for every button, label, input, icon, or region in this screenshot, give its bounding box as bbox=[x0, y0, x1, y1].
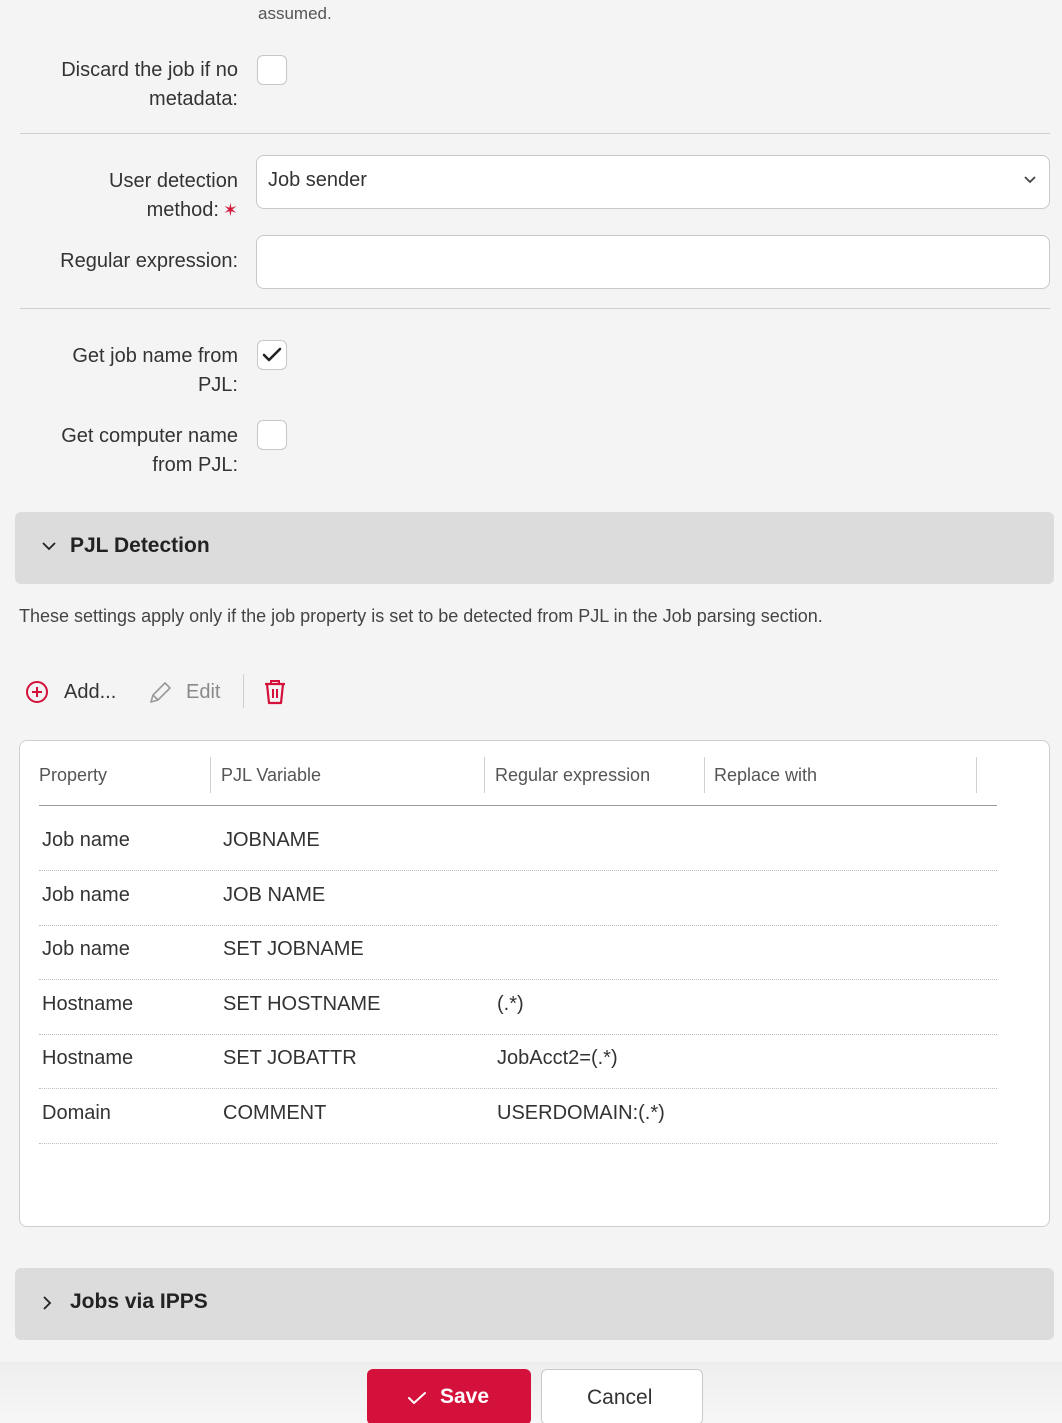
user-detection-label: User detection method: ✶ bbox=[109, 167, 238, 225]
column-separator bbox=[484, 757, 485, 793]
cell-property: Domain bbox=[42, 1102, 111, 1124]
cell-property: Job name bbox=[42, 938, 130, 960]
cell-regular-expression: JobAcct2=(.*) bbox=[497, 1047, 618, 1069]
regex-label: Regular expression: bbox=[60, 250, 238, 272]
user-detection-label-line2: method: bbox=[146, 199, 219, 221]
cell-property: Job name bbox=[42, 884, 130, 906]
column-separator bbox=[976, 757, 977, 793]
pjl-info-text: These settings apply only if the job pro… bbox=[19, 606, 823, 626]
cell-pjl-variable: JOBNAME bbox=[223, 829, 320, 851]
cell-pjl-variable: SET JOBATTR bbox=[223, 1047, 357, 1069]
discard-job-label: Discard the job if no metadata: bbox=[61, 56, 238, 114]
pjl-detection-title: PJL Detection bbox=[70, 534, 210, 557]
settings-page: assumed. Discard the job if no metadata:… bbox=[0, 0, 1062, 1423]
computer-name-pjl-checkbox[interactable] bbox=[257, 420, 287, 450]
job-name-pjl-label-line2: PJL: bbox=[197, 374, 238, 396]
save-button[interactable]: Save bbox=[367, 1369, 531, 1423]
user-detection-value: Job sender bbox=[268, 169, 367, 191]
cell-pjl-variable: COMMENT bbox=[223, 1102, 327, 1124]
edit-button[interactable]: Edit bbox=[147, 674, 235, 710]
table-row[interactable]: Job name JOBNAME bbox=[20, 817, 1051, 871]
jobs-via-ipps-title: Jobs via IPPS bbox=[70, 1290, 208, 1313]
table-row[interactable]: Job name SET JOBNAME bbox=[20, 926, 1051, 980]
column-separator bbox=[210, 757, 211, 793]
job-name-pjl-label-line1: Get job name from bbox=[72, 345, 238, 367]
divider bbox=[20, 308, 1050, 309]
cell-regular-expression: (.*) bbox=[497, 993, 524, 1015]
delete-button[interactable] bbox=[262, 674, 288, 710]
edit-button-label: Edit bbox=[186, 681, 221, 703]
add-button[interactable]: Add... bbox=[25, 674, 130, 710]
cell-property: Hostname bbox=[42, 993, 134, 1015]
checkmark-icon bbox=[262, 347, 282, 362]
user-detection-select[interactable]: Job sender bbox=[256, 155, 1050, 209]
table-header-line bbox=[39, 805, 997, 806]
cell-property: Hostname bbox=[42, 1047, 134, 1069]
chevron-down-icon bbox=[42, 542, 56, 551]
job-name-pjl-label: Get job name from PJL: bbox=[72, 342, 238, 400]
pjl-detection-header[interactable]: PJL Detection bbox=[15, 512, 1054, 584]
table-row[interactable]: Hostname SET HOSTNAME (.*) bbox=[20, 981, 1051, 1035]
toolbar-separator bbox=[243, 674, 244, 708]
job-name-pjl-checkbox[interactable] bbox=[257, 340, 287, 370]
column-header-replace-with[interactable]: Replace with bbox=[714, 765, 817, 786]
table-row[interactable]: Hostname SET JOBATTR JobAcct2=(.*) bbox=[20, 1035, 1051, 1089]
jobs-via-ipps-header[interactable]: Jobs via IPPS bbox=[15, 1268, 1054, 1340]
truncated-help-text: assumed. bbox=[258, 4, 332, 23]
column-header-property[interactable]: Property bbox=[39, 765, 107, 786]
add-button-label: Add... bbox=[64, 681, 117, 703]
cell-property: Job name bbox=[42, 829, 130, 851]
trash-icon bbox=[265, 680, 285, 705]
discard-job-label-line2: metadata: bbox=[149, 88, 238, 110]
table-row[interactable]: Job name JOB NAME bbox=[20, 872, 1051, 926]
table-row[interactable]: Domain COMMENT USERDOMAIN:(.*) bbox=[20, 1090, 1051, 1144]
save-button-label: Save bbox=[440, 1385, 490, 1408]
computer-name-pjl-label-line1: Get computer name bbox=[61, 425, 238, 447]
pjl-variables-table: Property PJL Variable Regular expression… bbox=[19, 740, 1050, 1227]
cancel-button[interactable]: Cancel bbox=[541, 1369, 703, 1423]
cell-pjl-variable: SET JOBNAME bbox=[223, 938, 364, 960]
plus-circle-icon bbox=[26, 681, 48, 703]
column-header-pjl-variable[interactable]: PJL Variable bbox=[221, 765, 321, 786]
footer-bar bbox=[0, 1362, 1062, 1423]
user-detection-label-line1: User detection bbox=[109, 170, 238, 192]
regex-input[interactable] bbox=[256, 235, 1050, 289]
discard-job-checkbox[interactable] bbox=[257, 55, 287, 85]
discard-job-label-line1: Discard the job if no bbox=[61, 59, 238, 81]
cell-pjl-variable: JOB NAME bbox=[223, 884, 326, 906]
column-separator bbox=[704, 757, 705, 793]
chevron-right-icon bbox=[43, 1296, 52, 1310]
required-icon: ✶ bbox=[222, 200, 238, 220]
row-divider bbox=[39, 1143, 997, 1144]
column-header-regular-expression[interactable]: Regular expression bbox=[495, 765, 650, 786]
chevron-down-icon bbox=[1024, 176, 1036, 184]
pencil-icon bbox=[150, 682, 171, 703]
divider bbox=[20, 133, 1050, 134]
checkmark-icon bbox=[408, 1392, 426, 1404]
row-divider bbox=[39, 979, 997, 980]
row-divider bbox=[39, 1088, 997, 1089]
computer-name-pjl-label-line2: from PJL: bbox=[152, 454, 238, 476]
cancel-button-label: Cancel bbox=[587, 1386, 653, 1409]
row-divider bbox=[39, 870, 997, 871]
computer-name-pjl-label: Get computer name from PJL: bbox=[61, 422, 238, 480]
cell-pjl-variable: SET HOSTNAME bbox=[223, 993, 381, 1015]
cell-regular-expression: USERDOMAIN:(.*) bbox=[497, 1102, 665, 1124]
